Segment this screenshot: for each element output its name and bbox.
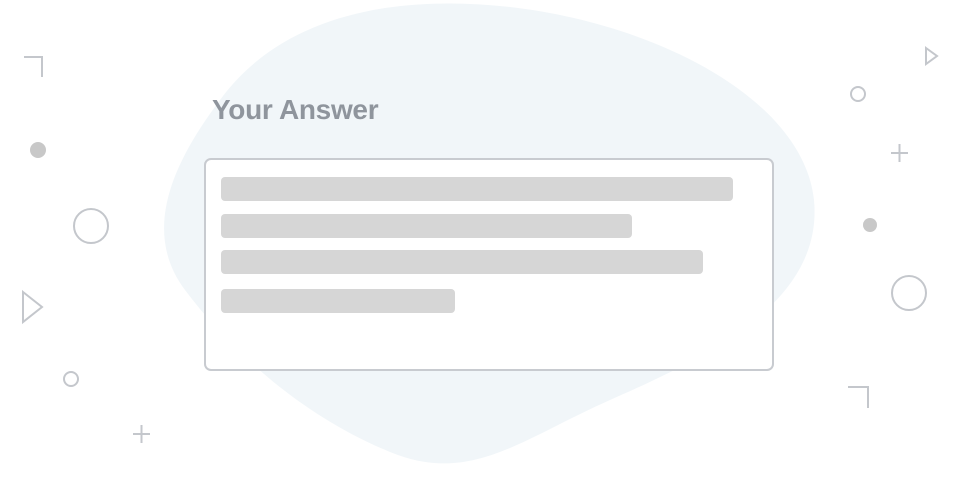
skeleton-text-line	[221, 177, 733, 201]
triangle-outline-icon	[925, 46, 939, 66]
skeleton-text-line	[221, 289, 455, 313]
plus-icon	[133, 425, 150, 443]
filled-dot-icon	[30, 142, 46, 158]
skeleton-text-line	[221, 250, 703, 274]
filled-dot-icon	[863, 218, 877, 232]
ring-icon	[73, 208, 109, 244]
answer-text-box[interactable]	[204, 158, 774, 371]
answer-illustration: Your Answer	[0, 0, 978, 502]
ring-icon	[891, 275, 927, 311]
triangle-outline-icon	[22, 289, 44, 325]
answer-heading: Your Answer	[212, 94, 379, 125]
skeleton-text-line	[221, 214, 632, 238]
small-ring-icon	[63, 371, 79, 387]
small-ring-icon	[850, 86, 866, 102]
corner-bracket-icon	[24, 56, 43, 77]
corner-bracket-icon	[848, 386, 869, 408]
plus-icon	[891, 144, 908, 162]
